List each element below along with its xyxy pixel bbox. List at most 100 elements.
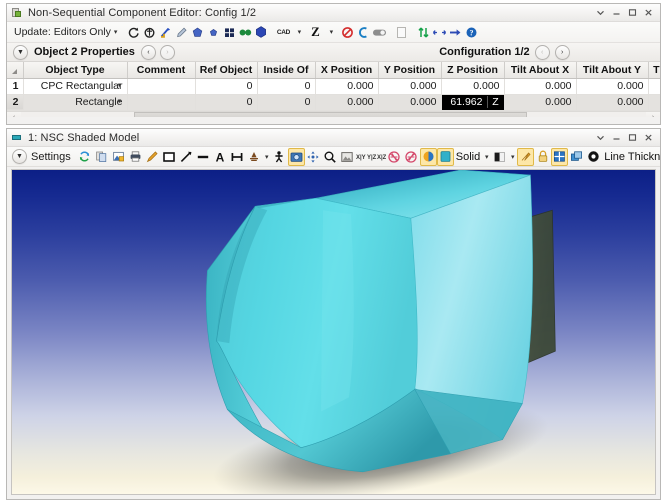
column-header-tilt-about-x[interactable]: Tilt About X (504, 62, 577, 79)
shaded-minimize-icon[interactable] (608, 130, 624, 146)
cell-comment[interactable] (127, 78, 196, 95)
cell-z-position-selected[interactable]: 61.962 Z (441, 94, 505, 111)
line-arrow-icon[interactable] (178, 148, 195, 166)
shaded-model-viewport[interactable] (11, 169, 656, 495)
ray-off-icon[interactable] (386, 148, 403, 166)
cell-y-position[interactable]: 0.000 (378, 78, 442, 95)
insert-element-icon[interactable] (157, 23, 173, 41)
scrollbar-track[interactable] (21, 112, 646, 117)
print-icon[interactable] (127, 148, 144, 166)
nsc-close-icon[interactable] (640, 5, 656, 21)
lock-icon[interactable] (534, 148, 551, 166)
cell-tilt-about-x[interactable]: 0.000 (504, 78, 577, 95)
save-image-icon[interactable] (110, 148, 127, 166)
person-icon[interactable] (271, 148, 288, 166)
rotate-ccw-icon[interactable] (141, 23, 157, 41)
zoom-icon[interactable] (322, 148, 339, 166)
shade-sphere-icon[interactable] (419, 147, 437, 166)
cell-ref-object[interactable]: 0 (195, 78, 258, 95)
object-next-button[interactable]: › (159, 44, 175, 60)
object-blue-icon[interactable] (189, 23, 205, 41)
settings-button[interactable]: ▼ Settings (10, 149, 76, 164)
nsc-dropdown-icon[interactable] (592, 5, 608, 21)
column-header-comment[interactable]: Comment (127, 62, 196, 79)
row-number[interactable]: 2 (7, 94, 24, 111)
cell-z-position[interactable]: 0.000 (441, 78, 505, 95)
column-header-inside-of[interactable]: Inside Of (257, 62, 316, 79)
cell-comment[interactable] (127, 94, 196, 111)
dimension-icon[interactable] (229, 148, 246, 166)
column-header-ref-object[interactable]: Ref Object (195, 62, 258, 79)
rectangle-icon[interactable] (161, 148, 178, 166)
annotation-dropdown-icon[interactable]: ▾ (263, 148, 271, 166)
forbidden-icon[interactable] (339, 23, 355, 41)
column-header-tilt-about-z[interactable]: Tilt About Z (648, 62, 660, 79)
cell-y-position[interactable]: 0.000 (378, 94, 442, 111)
table-horizontal-scrollbar[interactable]: ‹ › (7, 110, 660, 117)
object-small-blue-icon[interactable] (205, 23, 221, 41)
pan-icon[interactable] (305, 148, 322, 166)
chevron-down-icon[interactable]: ▼ (13, 44, 28, 60)
nsc-maximize-icon[interactable] (624, 5, 640, 21)
z-axis-icon[interactable]: Z (307, 23, 323, 41)
shaded-dropdown-icon[interactable] (592, 130, 608, 146)
refresh-icon[interactable] (76, 148, 93, 166)
cell-tilt-about-z[interactable]: 0.000 (648, 94, 660, 111)
curve-icon[interactable] (355, 23, 371, 41)
grid-icon[interactable] (221, 23, 237, 41)
target-icon[interactable] (585, 148, 602, 166)
z-dropdown-icon[interactable]: ▾ (323, 23, 339, 41)
gradient-icon[interactable] (491, 148, 508, 166)
axis-xyz-icon[interactable]: X|Y Y|Z X|Z (356, 148, 386, 166)
column-header-object-type[interactable]: Object Type (23, 62, 128, 79)
config-prev-button[interactable]: ‹ (534, 44, 550, 60)
cell-x-position[interactable]: 0.000 (315, 94, 379, 111)
image-icon[interactable] (339, 148, 356, 166)
help-icon[interactable]: ? (463, 23, 479, 41)
dual-green-icon[interactable] (237, 23, 253, 41)
solid-label[interactable]: Solid (454, 151, 482, 163)
scroll-left-arrow[interactable]: ‹ (7, 114, 21, 117)
ray-off-2-icon[interactable] (403, 148, 420, 166)
scrollbar-thumb[interactable] (133, 112, 528, 117)
thick-line-icon[interactable] (195, 148, 212, 166)
layers-icon[interactable] (568, 148, 585, 166)
column-header-y-position[interactable]: Y Position (378, 62, 442, 79)
annotation-icon[interactable] (246, 148, 263, 166)
cell-tilt-about-z[interactable]: 0.000 (648, 78, 660, 95)
column-header-tilt-about-y[interactable]: Tilt About Y (576, 62, 649, 79)
config-next-button[interactable]: › (554, 44, 570, 60)
column-header-z-position[interactable]: Z Position (441, 62, 505, 79)
solid-dropdown-icon[interactable]: ▾ (482, 148, 491, 166)
cell-inside-of[interactable]: 0 (257, 78, 316, 95)
object-prev-button[interactable]: ‹ (140, 44, 156, 60)
update-mode-button[interactable]: Update: Editors Only ▾ (10, 26, 119, 38)
fit-icon[interactable] (551, 147, 569, 166)
polygon-blue-icon[interactable] (253, 23, 269, 41)
cell-inside-of[interactable]: 0 (257, 94, 316, 111)
toggle-icon[interactable] (371, 23, 387, 41)
rotate-cw-icon[interactable] (125, 23, 141, 41)
shaded-model-canvas[interactable] (12, 170, 655, 494)
eyedropper-icon[interactable] (173, 23, 189, 41)
pencil-icon[interactable] (144, 148, 161, 166)
copy-icon[interactable] (93, 148, 110, 166)
table-corner-cell[interactable] (7, 62, 24, 79)
shaded-maximize-icon[interactable] (624, 130, 640, 146)
line-thickness-label[interactable]: Line Thickness (602, 151, 660, 163)
shaded-close-icon[interactable] (640, 130, 656, 146)
cell-tilt-about-y[interactable]: 0.000 (576, 78, 649, 95)
table-row[interactable]: 1 CPC Rectangular ▼ 0 0 0.000 0.000 0.00… (7, 78, 660, 95)
cad-dropdown-icon[interactable]: ▾ (291, 23, 307, 41)
camera-icon[interactable] (287, 147, 305, 166)
cell-tilt-about-x[interactable]: 0.000 (504, 94, 577, 111)
scroll-right-arrow[interactable]: › (646, 114, 660, 117)
selected-cell-editor[interactable]: 61.962 Z (441, 94, 503, 109)
row-number[interactable]: 1 (7, 78, 24, 95)
solid-fill-icon[interactable] (436, 147, 454, 166)
cell-tilt-about-y[interactable]: 0.000 (576, 94, 649, 111)
text-icon[interactable]: A (212, 148, 229, 166)
cad-export-icon[interactable]: CAD (275, 23, 291, 41)
column-header-x-position[interactable]: X Position (315, 62, 379, 79)
cell-object-type[interactable]: CPC Rectangular ▼ (23, 78, 128, 95)
